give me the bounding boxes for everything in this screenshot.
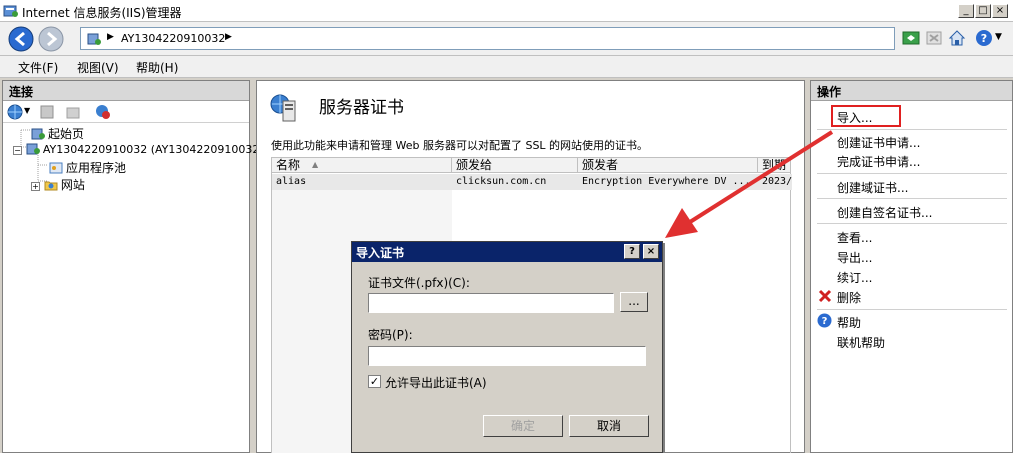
actions-divider [817, 198, 1007, 199]
app-pool-icon [49, 162, 63, 174]
actions-header: 操作 [811, 81, 1012, 101]
menu-view[interactable]: 视图(V) [77, 59, 119, 76]
page-title: 服务器证书 [319, 98, 404, 118]
column-header-name[interactable]: 名称 ▲ [272, 158, 452, 173]
action-view[interactable]: 查看... [837, 229, 872, 246]
home-icon[interactable] [948, 29, 966, 47]
dialog-help-button[interactable]: ? [624, 244, 640, 259]
dialog-close-button[interactable]: × [643, 244, 659, 259]
action-create-cert-request[interactable]: 创建证书申请... [837, 134, 920, 151]
stop-icon[interactable] [925, 29, 943, 47]
actions-divider [817, 129, 1007, 130]
tree-label-start-page: 起始页 [48, 127, 85, 141]
cancel-button[interactable]: 取消 [569, 415, 649, 437]
ok-button[interactable]: 确定 [483, 415, 563, 437]
back-arrow-icon[interactable] [8, 26, 34, 52]
minimize-button[interactable]: _ [958, 4, 974, 18]
expand-sites-icon[interactable]: + [31, 182, 40, 191]
navigation-bar: ▶ AY1304220910032 ▶ ? ▼ [0, 22, 1013, 56]
column-header-issued-to[interactable]: 颁发给 [452, 158, 578, 173]
connect-dropdown-icon[interactable]: ▼ [24, 106, 30, 115]
password-label: 密码(P): [368, 328, 413, 342]
tree-item-start-page[interactable]: 起始页 [31, 125, 84, 142]
delete-icon [818, 289, 832, 303]
sites-folder-icon [44, 181, 58, 191]
disconnect-icon[interactable] [95, 104, 111, 120]
password-input[interactable] [368, 346, 646, 366]
server-certificates-icon [270, 94, 296, 122]
forward-arrow-icon[interactable] [38, 26, 64, 52]
up-level-icon[interactable] [65, 104, 81, 120]
close-window-button[interactable]: × [992, 4, 1008, 18]
action-complete-cert-request[interactable]: 完成证书申请... [837, 153, 920, 170]
sort-ascending-icon: ▲ [312, 160, 319, 169]
action-import[interactable]: 导入... [837, 109, 872, 126]
server-icon [26, 143, 40, 155]
save-icon[interactable] [39, 104, 55, 120]
tree-label-app-pools: 应用程序池 [66, 161, 127, 175]
dialog-titlebar: 导入证书 ? × [352, 242, 662, 262]
connections-panel: 连接 ▼ 起始页 − AY1304220910032 (AY1304220910… [2, 80, 271, 453]
action-create-self-signed-cert[interactable]: 创建自签名证书... [837, 204, 932, 221]
actions-divider [817, 223, 1007, 224]
tree-label-sites: 网站 [60, 178, 85, 192]
import-certificate-dialog: 导入证书 ? × 证书文件(.pfx)(C): ... 密码(P): ✓ 允许导… [351, 241, 663, 453]
action-delete[interactable]: 删除 [837, 289, 861, 306]
cell-issued-to: clicksun.com.cn [456, 176, 547, 187]
allow-export-checkbox[interactable]: ✓ [368, 375, 381, 388]
allow-export-label: 允许导出此证书(A) [385, 376, 487, 390]
certificate-file-label: 证书文件(.pfx)(C): [368, 276, 470, 290]
maximize-button[interactable]: □ [975, 4, 991, 18]
cell-name: alias [276, 176, 307, 187]
action-export[interactable]: 导出... [837, 249, 872, 266]
certificate-file-input[interactable] [368, 293, 614, 313]
connections-toolbar: ▼ [3, 101, 249, 123]
refresh-icon[interactable] [902, 29, 920, 47]
svg-text:?: ? [981, 32, 987, 45]
action-help[interactable]: 帮助 [837, 314, 861, 331]
column-header-issuer[interactable]: 颁发者 [578, 158, 758, 173]
window-titlebar: Internet 信息服务(IIS)管理器 _ □ × [0, 0, 1013, 22]
address-bar[interactable]: ▶ AY1304220910032 ▶ [80, 27, 895, 50]
action-online-help[interactable]: 联机帮助 [837, 334, 885, 351]
window-title: Internet 信息服务(IIS)管理器 [22, 6, 182, 20]
tree-item-sites[interactable]: + 网站 [31, 176, 85, 193]
menu-bar: 文件(F) 视图(V) 帮助(H) [0, 56, 1013, 78]
server-icon [87, 33, 101, 45]
table-header: 名称▲ 颁发给 颁发者 到期日 [272, 158, 790, 173]
table-row[interactable]: alias clicksun.com.cn Encryption Everywh… [272, 174, 792, 190]
tree-label-server: AY1304220910032 (AY1304220910032\A [42, 143, 271, 156]
menu-file[interactable]: 文件(F) [18, 59, 58, 76]
page-description: 使用此功能来申请和管理 Web 服务器可以对配置了 SSL 的网站使用的证书。 [271, 139, 649, 152]
dialog-title: 导入证书 [356, 246, 405, 260]
iis-app-icon [3, 5, 18, 17]
help-icon: ? [817, 313, 832, 328]
actions-panel: 操作 导入... 创建证书申请... 完成证书申请... 创建域证书... 创建… [810, 80, 1013, 453]
connect-globe-icon[interactable] [7, 104, 23, 120]
column-header-expires[interactable]: 到期日 [758, 158, 792, 173]
action-create-domain-cert[interactable]: 创建域证书... [837, 179, 908, 196]
tree-item-app-pools[interactable]: 应用程序池 [49, 159, 126, 176]
connections-header: 连接 [3, 81, 249, 101]
breadcrumb-server[interactable]: AY1304220910032 [121, 32, 225, 45]
actions-divider [817, 309, 1007, 310]
svg-text:?: ? [822, 316, 828, 327]
start-page-icon [31, 128, 45, 140]
help-dropdown-icon[interactable]: ▼ [995, 32, 1002, 42]
tree-item-server[interactable]: − AY1304220910032 (AY1304220910032\A [13, 142, 271, 156]
cell-expires: 2023/ [762, 176, 793, 187]
collapse-server-icon[interactable]: − [13, 146, 22, 155]
browse-button[interactable]: ... [620, 292, 648, 312]
action-renew[interactable]: 续订... [837, 269, 872, 286]
help-icon[interactable]: ? [975, 29, 993, 47]
cell-issuer: Encryption Everywhere DV ... [582, 176, 751, 187]
breadcrumb-separator-icon[interactable]: ▶ [107, 32, 114, 42]
menu-help[interactable]: 帮助(H) [136, 59, 178, 76]
breadcrumb-expand-icon[interactable]: ▶ [225, 32, 232, 42]
actions-divider [817, 173, 1007, 174]
